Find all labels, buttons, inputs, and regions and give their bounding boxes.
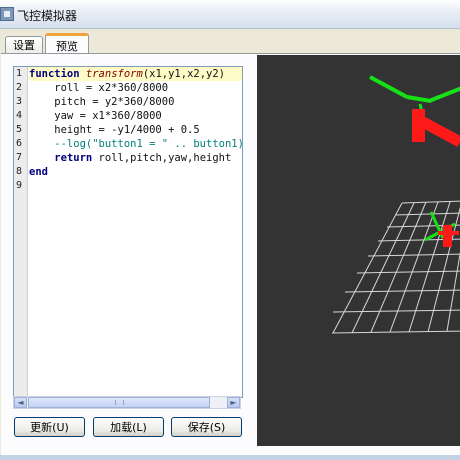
code-token: yaw = x1*360/8000: [29, 110, 162, 122]
title-bar: 飞控模拟器: [0, 0, 460, 29]
script-editor[interactable]: 1 2 3 4 5 6 7 8 9 function transform(x1,…: [13, 66, 243, 398]
scroll-right-button[interactable]: ►: [227, 397, 240, 408]
load-button[interactable]: 加载(L): [93, 417, 164, 437]
code-token: function: [29, 68, 80, 80]
line-number: 1: [16, 68, 23, 79]
line-number-gutter: 1 2 3 4 5 6 7 8 9: [14, 67, 28, 397]
line-number: 7: [16, 152, 23, 163]
code-token: transform: [85, 68, 143, 80]
update-button[interactable]: 更新(U): [14, 417, 85, 437]
save-button[interactable]: 保存(S): [171, 417, 242, 437]
line-number: 6: [16, 138, 23, 149]
code-line[interactable]: function transform(x1,y1,x2,y2): [29, 67, 242, 81]
code-token: pitch = y2*360/8000: [29, 96, 175, 108]
code-line[interactable]: end: [29, 165, 48, 179]
code-token: end: [29, 166, 48, 178]
line-number: 5: [16, 124, 23, 135]
code-token: (x1,y1,x2,y2): [142, 68, 225, 80]
drone-shadow-model: [424, 211, 459, 247]
tab-strip: 设置 预览: [0, 28, 460, 57]
code-line[interactable]: roll = x2*360/8000: [29, 81, 168, 95]
line-number: 3: [16, 96, 23, 107]
scroll-left-button[interactable]: ◄: [14, 397, 27, 408]
window-title: 飞控模拟器: [17, 9, 78, 23]
scroll-thumb[interactable]: [28, 397, 210, 408]
line-number: 2: [16, 82, 23, 93]
line-number: 9: [16, 180, 23, 191]
line-number: 8: [16, 166, 23, 177]
code-token: --log("button1 = " .. button1): [29, 138, 243, 150]
code-line[interactable]: pitch = y2*360/8000: [29, 95, 174, 109]
code-token: roll = x2*360/8000: [29, 82, 169, 94]
grip-icon: [115, 400, 124, 405]
floor-grid: [331, 200, 460, 334]
code-line[interactable]: --log("button1 = " .. button1): [29, 137, 243, 151]
drone-model: [369, 75, 460, 147]
app-icon: [0, 7, 14, 21]
code-token: height = -y1/4000 + 0.5: [29, 124, 200, 136]
3d-scene: [331, 75, 460, 334]
code-token: roll,pitch,yaw,height: [92, 152, 232, 164]
code-line[interactable]: return roll,pitch,yaw,height: [29, 151, 231, 165]
tab-settings[interactable]: 设置: [5, 36, 43, 54]
code-line[interactable]: yaw = x1*360/8000: [29, 109, 162, 123]
code-line[interactable]: height = -y1/4000 + 0.5: [29, 123, 200, 137]
3d-preview-viewport[interactable]: [257, 55, 460, 446]
window-bottom-border: [0, 455, 460, 460]
code-token: return: [54, 152, 93, 164]
line-number: 4: [16, 110, 23, 121]
horizontal-scrollbar[interactable]: ◄ ►: [13, 396, 241, 409]
